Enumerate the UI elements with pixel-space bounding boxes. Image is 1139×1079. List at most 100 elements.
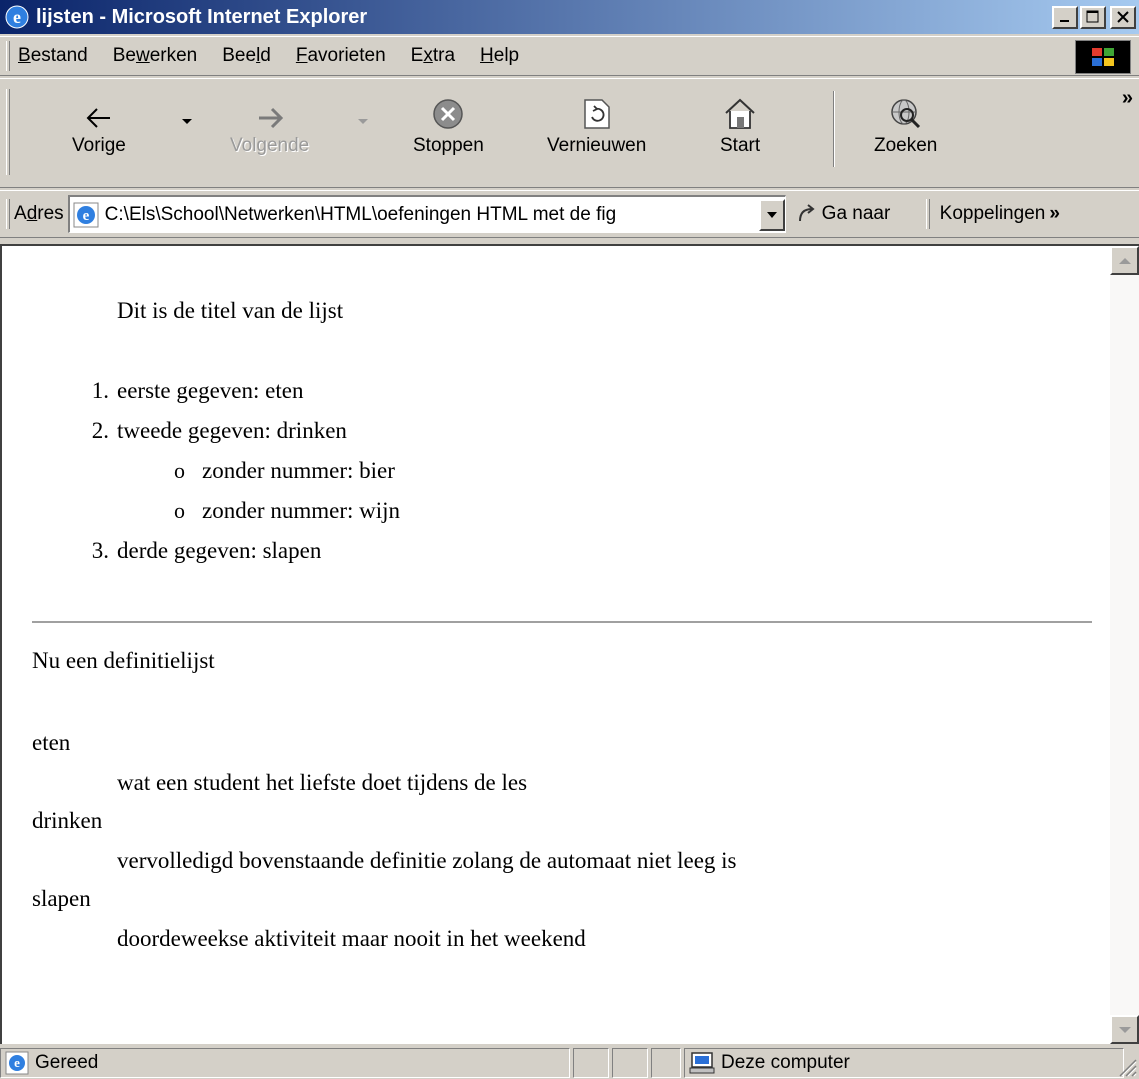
definition-description: vervolledigd bovenstaande definitie zola… [117, 848, 737, 873]
arrow-down-icon [1118, 1026, 1131, 1033]
ordered-list-item: 2. tweede gegeven: drinken [92, 416, 347, 446]
web-page: Dit is de titel van de lijst 1. eerste g… [2, 246, 1112, 1044]
address-dropdown-button[interactable] [758, 198, 785, 231]
list-item-text: zonder nummer: wijn [202, 498, 401, 523]
ordered-list-item: 1. eerste gegeven: eten [92, 376, 304, 406]
svg-text:e: e [82, 208, 89, 224]
list-item-text: eerste gegeven: eten [117, 378, 304, 403]
vertical-scrollbar[interactable] [1110, 246, 1139, 1044]
refresh-button[interactable]: Vernieuwen [547, 89, 646, 157]
stop-label: Stoppen [413, 135, 484, 156]
minimize-icon [1060, 20, 1069, 22]
security-zone-panel: Deze computer [684, 1047, 1124, 1078]
horizontal-rule [32, 621, 1092, 624]
content-frame: Dit is de titel van de lijst 1. eerste g… [0, 244, 1139, 1044]
unordered-list-item: o zonder nummer: bier [174, 456, 395, 486]
menu-extra[interactable]: Extra [411, 45, 455, 67]
ie-page-icon: e [5, 1051, 29, 1074]
definition-list-heading: Nu een definitielijst [32, 648, 215, 673]
list-number: 3. [91, 538, 109, 563]
status-bar: e Gereed Deze computer [0, 1046, 1139, 1079]
home-label: Start [720, 135, 761, 156]
menu-grip[interactable] [6, 41, 10, 71]
address-input[interactable]: e C:\Els\School\Netwerken\HTML\oefeninge… [67, 195, 786, 233]
list-item-text: derde gegeven: slapen [117, 538, 322, 563]
list-item-text: tweede gegeven: drinken [117, 418, 347, 443]
menu-bestand[interactable]: Bestand [18, 45, 88, 67]
definition-term: slapen [32, 886, 91, 911]
search-globe-icon [890, 99, 920, 129]
definition-description: doordeweekse aktiviteit maar nooit in he… [117, 926, 586, 951]
maximize-icon [1086, 10, 1099, 23]
address-bar: Adres e C:\Els\School\Netwerken\HTML\oef… [0, 190, 1139, 238]
standard-toolbar: Vorige Volgende Stoppen Vernieuwen Start… [0, 78, 1139, 188]
maximize-button[interactable] [1080, 5, 1106, 29]
search-button[interactable]: Zoeken [874, 89, 937, 157]
status-text: Gereed [35, 1051, 99, 1073]
address-value[interactable]: C:\Els\School\Netwerken\HTML\oefeningen … [105, 204, 759, 226]
go-arrow-icon [798, 204, 815, 222]
links-label: Koppelingen [939, 203, 1046, 224]
toolbar-grip[interactable] [6, 89, 10, 175]
search-label: Zoeken [874, 135, 938, 156]
windows-logo-icon [1092, 48, 1114, 66]
forward-button[interactable]: Volgende [230, 89, 309, 157]
definition-term: drinken [32, 808, 103, 833]
back-arrow-icon [86, 108, 110, 128]
ordered-list-item: 3. derde gegeven: slapen [92, 536, 322, 566]
arrow-up-icon [1118, 257, 1131, 264]
close-button[interactable] [1110, 5, 1136, 29]
status-panel-empty [651, 1047, 681, 1078]
address-grip[interactable] [6, 199, 10, 229]
status-panel-empty [573, 1047, 609, 1078]
internet-explorer-icon: e [5, 5, 29, 29]
circle-bullet: o [174, 458, 185, 483]
forward-arrow-icon [258, 107, 283, 129]
computer-icon [689, 1051, 715, 1073]
toolbar-separator [833, 91, 835, 167]
refresh-icon [583, 99, 610, 129]
stop-icon [433, 99, 464, 129]
status-panel-empty [612, 1047, 648, 1078]
links-more-chevron[interactable]: » [1049, 203, 1060, 225]
svg-text:e: e [13, 7, 21, 27]
list-title: Dit is de titel van de lijst [117, 298, 344, 323]
back-label: Vorige [72, 135, 126, 156]
unordered-list-item: o zonder nummer: wijn [174, 496, 401, 526]
menu-favorieten[interactable]: Favorieten [296, 45, 386, 67]
resize-grip-icon[interactable] [1115, 1055, 1137, 1077]
go-label: Ga naar [821, 203, 891, 224]
menu-bar: Bestand Bewerken Beeld Favorieten Extra … [0, 36, 1139, 76]
list-number: 2. [91, 418, 109, 443]
ie-page-icon: e [73, 202, 99, 227]
forward-history-dropdown[interactable] [358, 119, 368, 124]
minimize-button[interactable] [1052, 5, 1078, 29]
refresh-label: Vernieuwen [547, 135, 647, 156]
zone-text: Deze computer [721, 1051, 850, 1073]
home-button[interactable]: Start [720, 89, 760, 157]
status-text-panel: e Gereed [0, 1047, 570, 1078]
list-item-text: zonder nummer: bier [202, 458, 395, 483]
back-history-dropdown[interactable] [182, 119, 192, 124]
menu-bewerken[interactable]: Bewerken [113, 45, 198, 67]
circle-bullet: o [174, 498, 185, 523]
go-button[interactable]: Ga naar [796, 203, 926, 225]
stop-button[interactable]: Stoppen [413, 89, 484, 157]
menu-beeld[interactable]: Beeld [222, 45, 271, 67]
menu-help[interactable]: Help [480, 45, 519, 67]
home-icon [725, 98, 755, 129]
close-icon [1117, 11, 1129, 23]
toolbar-more-chevron[interactable]: » [1122, 87, 1133, 110]
scroll-down-button[interactable] [1110, 1015, 1139, 1044]
title-bar: e lijsten - Microsoft Internet Explorer [0, 0, 1139, 34]
back-button[interactable]: Vorige [72, 89, 126, 157]
definition-description: wat een student het liefste doet tijdens… [117, 770, 528, 795]
links-toolbar[interactable]: Koppelingen » [930, 203, 1060, 225]
address-label: Adres [14, 203, 64, 224]
svg-text:e: e [14, 1055, 20, 1070]
forward-label: Volgende [230, 135, 310, 156]
list-number: 1. [91, 378, 109, 403]
scroll-up-button[interactable] [1110, 246, 1139, 275]
definition-term: eten [32, 730, 71, 755]
window-title: lijsten - Microsoft Internet Explorer [36, 5, 368, 28]
